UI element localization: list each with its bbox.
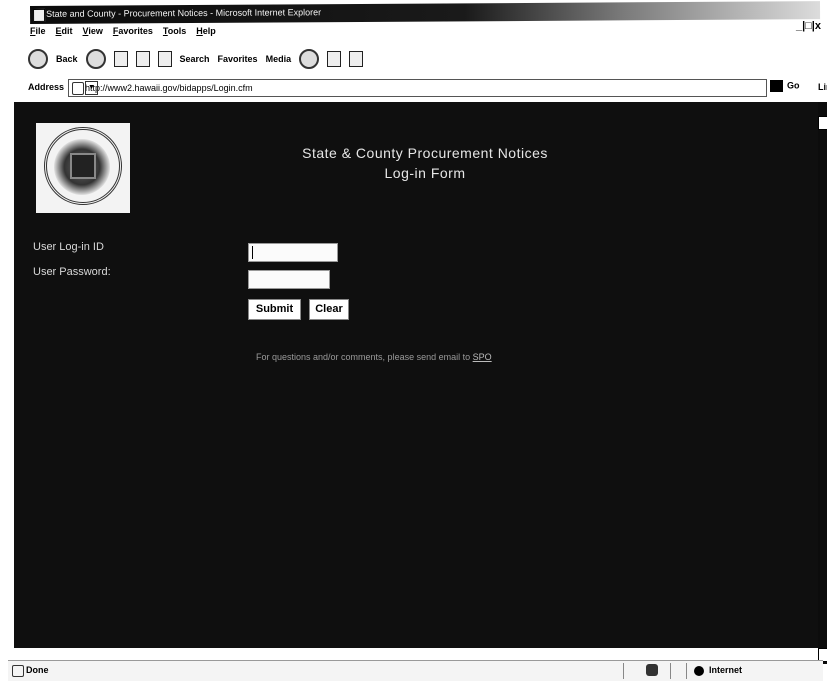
mail-icon[interactable] [327, 51, 342, 67]
search-button[interactable]: Search [180, 54, 210, 64]
seal-shield-icon [70, 153, 96, 179]
menu-help[interactable]: Help [196, 26, 216, 42]
home-icon[interactable] [157, 51, 172, 67]
security-zone-label: Internet [709, 665, 743, 675]
page-subtitle: Log-in Form [384, 165, 466, 181]
stop-icon[interactable] [113, 51, 128, 67]
page-content [14, 102, 820, 648]
window-title: State and County - Procurement Notices -… [46, 7, 322, 19]
refresh-icon[interactable] [135, 51, 150, 67]
menu-edit[interactable]: Edit [56, 26, 73, 42]
clear-button[interactable]: Clear [309, 299, 349, 320]
address-dropdown-icon[interactable]: ▼ [85, 81, 98, 95]
page-done-icon [12, 665, 24, 677]
internet-zone-icon [694, 666, 704, 676]
contact-text: For questions and/or comments, please se… [256, 352, 471, 362]
favorites-button[interactable]: Favorites [218, 54, 258, 64]
page-title: State & County Procurement Notices [302, 145, 548, 161]
state-seal-logo [36, 123, 130, 213]
menu-file[interactable]: File [30, 26, 46, 42]
address-label: Address [28, 82, 65, 92]
contact-email-link[interactable]: SPO [473, 352, 492, 362]
toolbar: Back Search Favorites Media [28, 46, 588, 72]
security-icon [646, 664, 658, 676]
submit-button[interactable]: Submit [248, 299, 301, 320]
back-button-label[interactable]: Back [56, 54, 78, 64]
contact-note: For questions and/or comments, please se… [256, 352, 492, 362]
address-field[interactable]: http://www2.hawaii.gov/bidapps/Login.cfm… [68, 79, 767, 97]
title-bar: State and County - Procurement Notices -… [30, 1, 821, 24]
address-bar: Address http://www2.hawaii.gov/bidapps/L… [28, 79, 827, 97]
address-url[interactable]: http://www2.hawaii.gov/bidapps/Login.cfm [85, 83, 253, 93]
status-bar: Done Internet [8, 660, 823, 681]
ie-app-icon [33, 8, 46, 22]
go-button[interactable]: Go [770, 80, 800, 92]
links-button[interactable]: Links [818, 82, 827, 92]
page-icon [72, 82, 84, 95]
text-caret [252, 246, 253, 259]
menu-tools[interactable]: Tools [163, 26, 186, 42]
user-id-input[interactable] [248, 243, 338, 262]
print-icon[interactable] [349, 51, 364, 67]
back-arrow-icon[interactable] [28, 49, 48, 69]
go-arrow-icon [770, 80, 783, 92]
media-button[interactable]: Media [266, 54, 292, 64]
vertical-scrollbar[interactable] [818, 102, 827, 664]
password-label: User Password: [33, 266, 111, 278]
status-divider [623, 663, 624, 679]
history-icon[interactable] [299, 49, 320, 69]
go-label: Go [787, 80, 800, 91]
menu-view[interactable]: View [83, 26, 103, 42]
status-divider [686, 663, 687, 679]
window-controls[interactable]: _|□|x [796, 20, 821, 32]
scroll-up-icon[interactable] [818, 116, 827, 130]
status-text: Done [26, 665, 49, 675]
menu-bar: File Edit View Favorites Tools Help [30, 26, 216, 42]
status-divider [670, 663, 671, 679]
password-input[interactable] [248, 270, 330, 289]
menu-favorites[interactable]: Favorites [113, 26, 153, 42]
forward-arrow-icon[interactable] [85, 49, 106, 69]
user-id-label: User Log-in ID [33, 241, 104, 253]
